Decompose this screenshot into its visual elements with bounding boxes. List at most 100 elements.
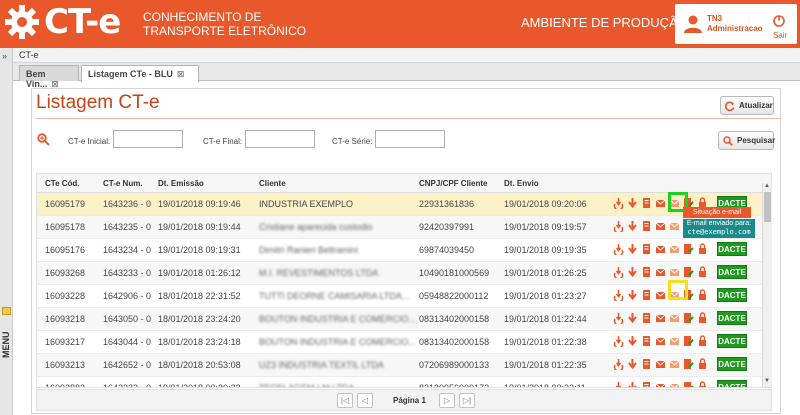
dacte-button[interactable]: DACTE [717, 265, 747, 279]
download-arrow-icon[interactable] [627, 335, 638, 347]
document-icon[interactable] [641, 358, 652, 370]
dacte-button[interactable]: DACTE [717, 242, 747, 256]
document-icon[interactable] [641, 312, 652, 324]
table-row[interactable]: 16093218 1643050 - 0 18/01/2018 23:24:20 BO… [37, 308, 763, 331]
col-header[interactable]: Cliente [259, 179, 286, 188]
email-status-icon[interactable] [669, 266, 680, 278]
edit-document-icon[interactable] [683, 381, 694, 388]
col-header[interactable]: CTe Cód. [45, 179, 80, 188]
tab-listagem[interactable]: Listagem CTe - BLU ⊠ [81, 65, 199, 82]
edit-document-icon[interactable] [683, 243, 694, 255]
document-icon[interactable] [641, 381, 652, 388]
table-row[interactable]: 16095178 1643235 - 0 19/01/2018 09:19:44 Cr… [37, 216, 763, 239]
cell-cliente: M.I. REVESTIMENTOS LTDA [259, 268, 379, 278]
col-header[interactable]: CT-e Num. [103, 179, 143, 188]
email-status-icon[interactable] [669, 335, 680, 347]
dacte-button[interactable]: DACTE [717, 311, 747, 325]
lock-icon[interactable] [697, 381, 708, 388]
email-status-icon[interactable] [669, 220, 680, 232]
email-send-icon[interactable] [655, 312, 666, 324]
download-xml-icon[interactable] [613, 381, 624, 388]
next-page-button[interactable]: ▷ [439, 393, 455, 408]
document-icon[interactable] [641, 266, 652, 278]
download-xml-icon[interactable] [613, 289, 624, 301]
exit-icon[interactable] [773, 15, 785, 27]
search-button[interactable]: Pesquisar [718, 131, 775, 150]
email-send-icon[interactable] [655, 220, 666, 232]
end-input[interactable] [245, 130, 315, 148]
download-xml-icon[interactable] [613, 197, 624, 209]
email-send-icon[interactable] [655, 335, 666, 347]
table-row[interactable]: 16095176 1643234 - 0 19/01/2018 09:19:31 Di… [37, 239, 763, 262]
download-xml-icon[interactable] [613, 266, 624, 278]
email-status-icon[interactable] [669, 243, 680, 255]
col-header[interactable]: CNPJ/CPF Cliente [419, 179, 487, 188]
email-status-icon[interactable] [669, 358, 680, 370]
table-row[interactable]: 16095179 1643236 - 0 19/01/2018 09:19:46 IN… [37, 193, 763, 216]
lock-icon[interactable] [697, 312, 708, 324]
document-icon[interactable] [641, 197, 652, 209]
menu-toggle[interactable]: MENU [1, 318, 12, 368]
table-row[interactable]: 16093217 1643044 - 0 18/01/2018 23:24:18 BO… [37, 331, 763, 354]
dacte-button[interactable]: DACTE [717, 380, 747, 387]
download-arrow-icon[interactable] [627, 312, 638, 324]
dacte-button[interactable]: DACTE [717, 334, 747, 348]
col-header[interactable]: Dt. Emissão [158, 179, 204, 188]
download-xml-icon[interactable] [613, 358, 624, 370]
email-send-icon[interactable] [655, 243, 666, 255]
first-page-button[interactable]: |◁ [337, 393, 353, 408]
scroll-down-icon[interactable]: ▼ [764, 378, 770, 384]
download-arrow-icon[interactable] [627, 243, 638, 255]
edit-document-icon[interactable] [683, 358, 694, 370]
download-xml-icon[interactable] [613, 335, 624, 347]
lock-icon[interactable] [697, 266, 708, 278]
download-arrow-icon[interactable] [627, 197, 638, 209]
scroll-up-icon[interactable]: ▲ [764, 183, 770, 189]
scroll-thumb[interactable] [764, 192, 771, 222]
table-row[interactable]: 16093268 1643233 - 0 19/01/2018 01:26:12 M.… [37, 262, 763, 285]
last-page-button[interactable]: ▷| [459, 393, 475, 408]
email-status-icon[interactable] [669, 381, 680, 388]
download-arrow-icon[interactable] [627, 220, 638, 232]
email-status-icon[interactable] [669, 312, 680, 324]
edit-document-icon[interactable] [683, 312, 694, 324]
document-icon[interactable] [641, 289, 652, 301]
download-arrow-icon[interactable] [627, 358, 638, 370]
lock-icon[interactable] [697, 358, 708, 370]
document-icon[interactable] [641, 335, 652, 347]
logout-link[interactable]: Sair [773, 31, 787, 40]
series-input[interactable] [375, 130, 445, 148]
download-xml-icon[interactable] [613, 220, 624, 232]
table-row[interactable]: 16092883 1643232 - 0 19/01/2018 00:30:32 TE… [37, 377, 763, 388]
col-header[interactable]: Dt. Envio [504, 179, 539, 188]
prev-page-button[interactable]: ◁ [357, 393, 373, 408]
dacte-button[interactable]: DACTE [717, 288, 747, 302]
lock-icon[interactable] [697, 289, 708, 301]
lock-icon[interactable] [697, 243, 708, 255]
refresh-button[interactable]: Atualizar [720, 96, 774, 115]
table-row[interactable]: 16093213 1642652 - 0 18/01/2018 20:53:08 UZ… [37, 354, 763, 377]
email-send-icon[interactable] [655, 289, 666, 301]
download-xml-icon[interactable] [613, 312, 624, 324]
email-send-icon[interactable] [655, 381, 666, 388]
close-icon[interactable]: ⊠ [177, 69, 185, 79]
table-row[interactable]: 16093228 1642906 - 0 18/01/2018 22:31:52 TU… [37, 285, 763, 308]
side-menu-bar[interactable]: » MENU [0, 48, 13, 415]
edit-document-icon[interactable] [683, 335, 694, 347]
expand-menu-icon[interactable]: » [2, 51, 7, 61]
email-send-icon[interactable] [655, 358, 666, 370]
document-icon[interactable] [641, 243, 652, 255]
download-arrow-icon[interactable] [627, 266, 638, 278]
email-send-icon[interactable] [655, 266, 666, 278]
grid-scrollbar[interactable]: ▲ ▼ [762, 183, 772, 387]
start-input[interactable] [113, 130, 183, 148]
dacte-button[interactable]: DACTE [717, 357, 747, 371]
email-send-icon[interactable] [655, 197, 666, 209]
download-xml-icon[interactable] [613, 243, 624, 255]
download-arrow-icon[interactable] [627, 289, 638, 301]
document-icon[interactable] [641, 220, 652, 232]
lock-icon[interactable] [697, 335, 708, 347]
download-arrow-icon[interactable] [627, 381, 638, 388]
tab-welcome[interactable]: Bem Vin... ⊠ [19, 65, 79, 89]
edit-document-icon[interactable] [683, 266, 694, 278]
